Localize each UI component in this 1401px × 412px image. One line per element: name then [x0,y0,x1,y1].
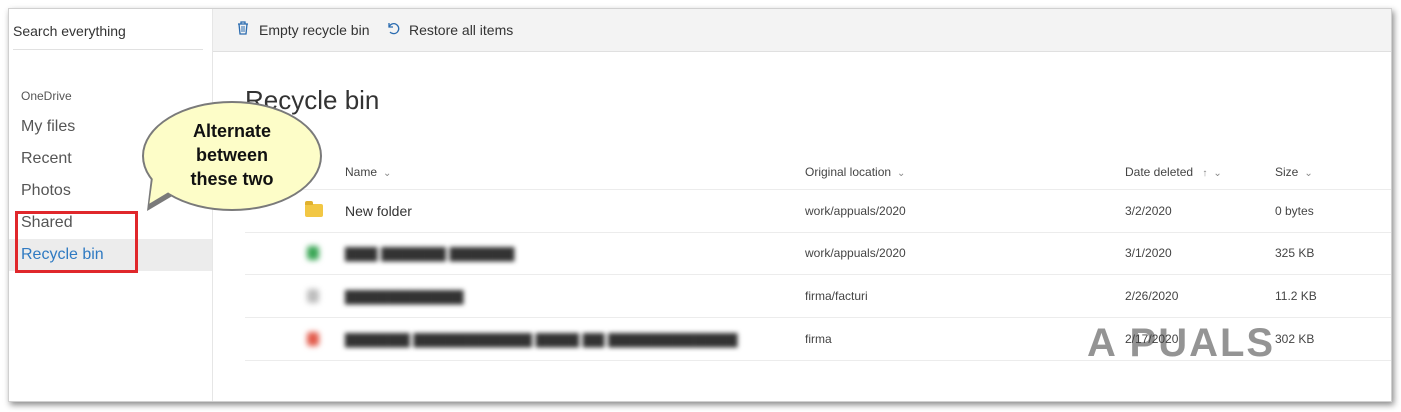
empty-recycle-bin-label: Empty recycle bin [259,22,370,38]
callout-line: Alternate [192,121,272,141]
restore-all-items-button[interactable]: Restore all items [385,9,513,51]
table-row[interactable]: ▇▇▇▇▇▇▇▇▇▇▇ firma/facturi 2/26/2020 11.2… [245,275,1391,318]
table-row[interactable]: New folder work/appuals/2020 3/2/2020 0 … [245,189,1391,233]
file-size: 302 KB [1275,332,1315,346]
chevron-down-icon: ⌄ [383,168,392,179]
search-input[interactable]: Search everything [13,21,203,50]
date-deleted: 3/1/2020 [1125,246,1172,260]
window: Search everything OneDrive My files Rece… [8,8,1392,402]
date-deleted: 3/2/2020 [1125,204,1172,218]
search-placeholder: Search everything [13,23,126,39]
original-location: work/appuals/2020 [805,204,906,218]
original-location: work/appuals/2020 [805,246,906,260]
file-size: 11.2 KB [1275,289,1317,303]
file-name-blurred: ▇▇▇▇▇▇ ▇▇▇▇▇▇▇▇▇▇▇ ▇▇▇▇ ▇▇ ▇▇▇▇▇▇▇▇▇▇▇▇ [345,331,738,347]
restore-all-items-label: Restore all items [409,22,514,38]
column-header-name[interactable]: Name ⌄ [345,165,391,179]
command-bar: Empty recycle bin Restore all items [213,9,1391,52]
column-header-date-deleted[interactable]: Date deleted ↑ ⌄ [1125,165,1222,179]
column-header-label: Original location [805,165,892,179]
column-header-original-location[interactable]: Original location ⌄ [805,165,905,179]
sidebar-item-label: Recent [21,150,72,167]
file-name: New folder [345,203,412,219]
table-row[interactable]: ▇▇▇ ▇▇▇▇▇▇ ▇▇▇▇▇▇ work/appuals/2020 3/1/… [245,232,1391,275]
callout-line: between [195,145,269,165]
chevron-down-icon: ⌄ [897,168,906,179]
column-header-size[interactable]: Size ⌄ [1275,165,1313,179]
column-header-label: Size [1275,165,1299,179]
chevron-down-icon: ⌄ [1213,168,1222,179]
file-name-blurred: ▇▇▇ ▇▇▇▇▇▇ ▇▇▇▇▇▇ [345,245,515,261]
column-header-label: Date deleted [1125,165,1194,179]
sidebar-item-label: Photos [21,182,71,199]
empty-recycle-bin-button[interactable]: Empty recycle bin [235,9,369,51]
callout-text: Alternate between these two [157,119,307,191]
highlight-box [15,211,138,273]
file-icon [307,246,319,260]
trash-icon [235,9,251,51]
restore-icon [385,9,401,51]
date-deleted: 2/26/2020 [1125,289,1179,303]
sidebar-item-label: My files [21,118,76,135]
sidebar: Search everything OneDrive My files Rece… [9,9,213,401]
original-location: firma/facturi [805,289,868,303]
file-size: 0 bytes [1275,204,1314,218]
watermark: A PUALS [1087,321,1276,365]
column-header-label: Name [345,165,378,179]
callout-line: these two [190,169,274,189]
chevron-down-icon: ⌄ [1304,168,1313,179]
nav-group-label: OneDrive [21,89,72,103]
file-size: 325 KB [1275,246,1315,260]
folder-icon [305,201,323,217]
sort-ascending-icon: ↑ [1202,168,1208,179]
file-name-blurred: ▇▇▇▇▇▇▇▇▇▇▇ [345,288,464,304]
file-icon [307,289,319,303]
file-icon [307,332,319,346]
original-location: firma [805,332,832,346]
